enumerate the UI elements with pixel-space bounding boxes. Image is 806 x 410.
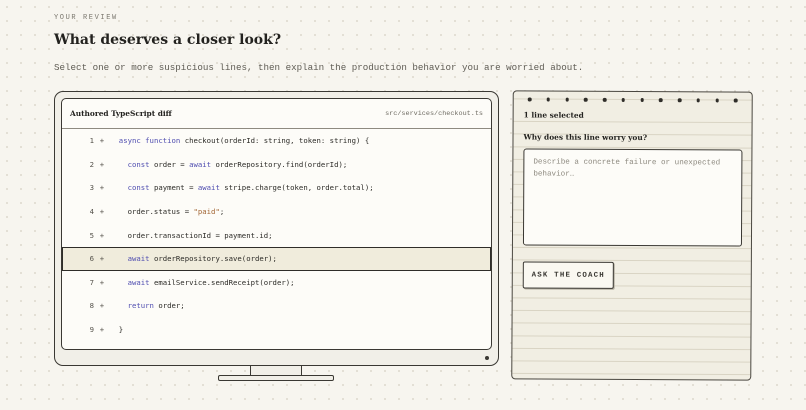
code-text: order; (153, 301, 185, 311)
diff-line-5[interactable]: 5 + order.transactionId = payment.id; (62, 223, 491, 247)
selection-count: 1 line selected (523, 110, 584, 120)
diff-line-6[interactable]: 6 + await orderRepository.save(order); (62, 246, 491, 271)
ring-icon (677, 98, 682, 102)
added-marker: + (99, 325, 105, 335)
line-number: 2 (89, 159, 94, 169)
string-literal: "paid" (193, 207, 220, 217)
power-led-icon (485, 356, 489, 360)
code-text: order = (149, 159, 190, 169)
code-text: ; (219, 207, 225, 217)
monitor-frame: Authored TypeScript diff src/services/ch… (54, 91, 499, 366)
ring-icon (658, 98, 663, 102)
code-text: order.status = (127, 207, 194, 217)
keyword: async function (118, 136, 181, 146)
keyword: await (127, 277, 150, 287)
line-number: 3 (89, 183, 94, 193)
diff-header: Authored TypeScript diff src/services/ch… (62, 99, 491, 129)
ring-icon (583, 97, 588, 102)
added-marker: + (99, 207, 105, 217)
code-text: payment = (149, 183, 198, 193)
page-title: What deserves a closer look? (54, 32, 282, 48)
ring-icon (621, 97, 626, 102)
ring-icon (546, 97, 551, 102)
line-number: 7 (89, 277, 94, 287)
keyword: const (127, 159, 150, 169)
ring-icon (527, 97, 532, 102)
page-eyebrow: YOUR REVIEW (54, 14, 118, 22)
ring-icon (565, 97, 569, 102)
code-text: orderRepository.save(order); (149, 254, 277, 264)
added-marker: + (99, 183, 105, 193)
keyword: await (197, 183, 220, 193)
added-marker: + (99, 230, 105, 240)
ring-icon (715, 98, 719, 103)
file-path: src/services/checkout.ts (385, 109, 483, 118)
keyword: await (127, 254, 150, 264)
line-number: 4 (89, 207, 94, 217)
notepad-panel: 1 line selected Why does this line worry… (511, 90, 753, 381)
ring-icon (602, 97, 607, 102)
diff-line-1[interactable]: 1 + async function checkout(orderId: stri… (62, 129, 491, 153)
code-text: stripe.charge(token, order.total); (219, 183, 374, 193)
added-marker: + (99, 159, 105, 169)
ring-icon (733, 98, 738, 103)
code-text: } (118, 325, 124, 335)
page-subtitle: Select one or more suspicious lines, the… (54, 62, 584, 73)
diff-line-8[interactable]: 8 + return order; (62, 294, 491, 318)
added-marker: + (99, 277, 105, 287)
keyword: await (189, 159, 212, 169)
ring-icon (696, 98, 701, 102)
monitor-stand-base (218, 375, 334, 381)
diff-line-2[interactable]: 2 + const order = await orderRepository.f… (62, 153, 491, 177)
added-marker: + (99, 254, 105, 264)
diff-panel: Authored TypeScript diff src/services/ch… (61, 98, 492, 350)
concern-question: Why does this line worry you? (523, 132, 648, 143)
added-marker: + (99, 136, 105, 146)
code-text: order.transactionId = payment.id; (127, 230, 273, 240)
code-text: emailService.sendReceipt(order); (149, 277, 295, 287)
added-marker: + (99, 301, 105, 311)
code-text: checkout(orderId: string, token: string)… (180, 136, 370, 146)
diff-line-7[interactable]: 7 + await emailService.sendReceipt(order)… (62, 271, 491, 295)
concern-textarea[interactable] (522, 148, 743, 247)
line-number: 9 (89, 325, 94, 335)
keyword: const (127, 183, 150, 193)
line-number: 8 (89, 301, 94, 311)
code-lines: 1 + async function checkout(orderId: stri… (62, 129, 491, 341)
keyword: return (127, 301, 154, 311)
line-number: 1 (89, 136, 94, 146)
diff-line-4[interactable]: 4 + order.status = "paid"; (62, 200, 491, 224)
line-number: 6 (89, 254, 94, 264)
diff-line-3[interactable]: 3 + const payment = await stripe.charge(t… (62, 176, 491, 200)
code-text: orderRepository.find(orderId); (211, 159, 348, 169)
spiral-binding (527, 97, 738, 103)
line-number: 5 (89, 230, 94, 240)
ask-coach-button[interactable]: ASK THE COACH (522, 261, 614, 289)
ring-icon (640, 98, 644, 102)
diff-line-9[interactable]: 9 + } (62, 318, 491, 342)
diff-title: Authored TypeScript diff (70, 109, 172, 118)
